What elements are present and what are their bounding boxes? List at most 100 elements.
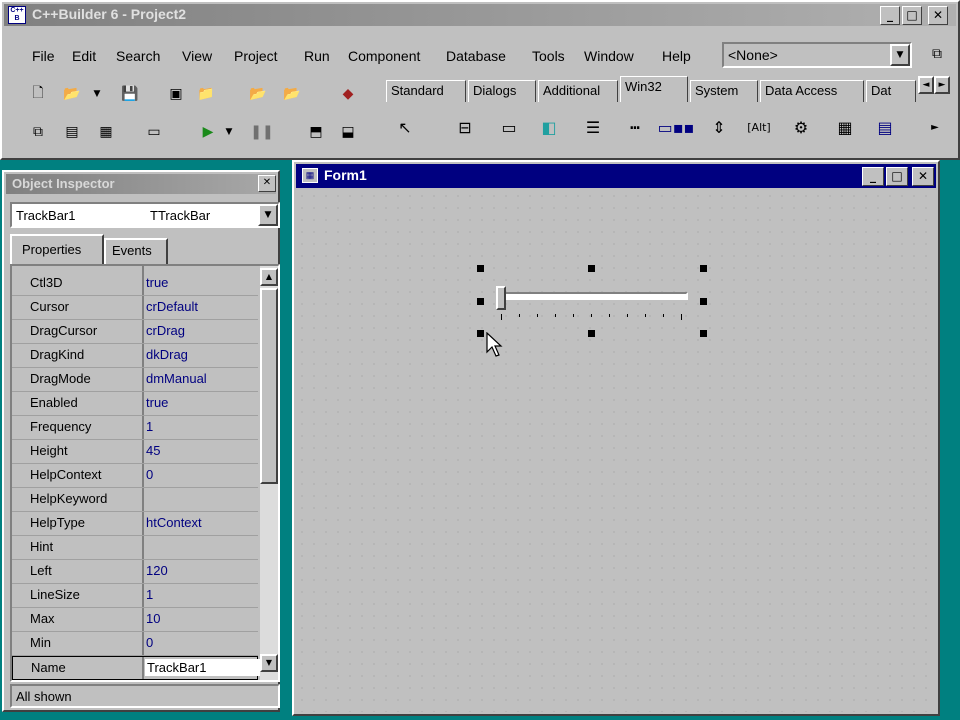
property-value[interactable]: 0 (146, 635, 153, 650)
property-row[interactable]: Frequency 1 (12, 416, 258, 440)
form-design-surface[interactable] (296, 190, 936, 712)
property-row[interactable]: Height 45 (12, 440, 258, 464)
palette-tab-standard[interactable]: Standard (386, 80, 466, 102)
menu-tools[interactable]: Tools (532, 48, 565, 64)
property-row[interactable]: Cursor crDefault (12, 296, 258, 320)
property-value[interactable]: 0 (146, 467, 153, 482)
property-value[interactable]: true (146, 275, 168, 290)
selection-handle-br[interactable] (700, 330, 707, 337)
property-row[interactable]: DragKind dkDrag (12, 344, 258, 368)
tab-control-icon[interactable]: ⊟ (450, 112, 480, 142)
property-row[interactable]: HelpKeyword (12, 488, 258, 512)
palette-scroll-left-icon[interactable]: ◄ (918, 76, 934, 94)
palette-tab-data-access[interactable]: Data Access (760, 80, 864, 102)
step-into-icon[interactable]: ⬒ (304, 120, 328, 144)
property-row[interactable]: DragCursor crDrag (12, 320, 258, 344)
scroll-thumb[interactable] (260, 288, 278, 484)
new-file-icon[interactable]: 🗋 (26, 82, 50, 106)
property-row[interactable]: HelpType htContext (12, 512, 258, 536)
property-value[interactable]: dkDrag (146, 347, 188, 362)
property-value[interactable]: htContext (146, 515, 202, 530)
palette-more-icon[interactable]: ► (928, 112, 942, 142)
minimize-icon[interactable]: _ (862, 167, 884, 186)
tab-properties[interactable]: Properties (10, 234, 104, 264)
property-value[interactable]: crDrag (146, 323, 185, 338)
updown-icon[interactable]: ⇕ (704, 112, 734, 142)
close-icon[interactable]: ✕ (928, 6, 948, 25)
view-unit-icon[interactable]: ⧉ (26, 120, 50, 144)
progress-bar-icon[interactable]: ▭▪▪ (658, 112, 695, 142)
menu-window[interactable]: Window (584, 48, 634, 64)
dropdown-arrow-icon[interactable]: ▼ (222, 120, 236, 144)
property-row[interactable]: HelpContext 0 (12, 464, 258, 488)
close-icon[interactable]: ✕ (258, 175, 276, 192)
minimize-icon[interactable]: _ (880, 6, 900, 25)
palette-tab-additional[interactable]: Additional (538, 80, 618, 102)
menu-view[interactable]: View (182, 48, 212, 64)
page-control-icon[interactable]: ▭ (494, 112, 524, 142)
property-row[interactable]: DragMode dmManual (12, 368, 258, 392)
property-value[interactable]: crDefault (146, 299, 198, 314)
menu-file[interactable]: File (32, 48, 55, 64)
chevron-down-icon[interactable]: ▼ (890, 44, 910, 66)
component-palette-icon[interactable]: ⧉ (932, 46, 942, 62)
tab-events[interactable]: Events (104, 238, 168, 264)
form1-title-bar[interactable]: ▦ Form1 _ □ ✕ (296, 164, 936, 188)
menu-help[interactable]: Help (662, 48, 691, 64)
object-inspector-title-bar[interactable]: Object Inspector ✕ (6, 174, 276, 194)
toggle-form-unit-icon[interactable]: ▦ (94, 120, 118, 144)
chevron-down-icon[interactable]: ▼ (258, 204, 278, 226)
selection-handle-tm[interactable] (588, 265, 595, 272)
palette-scroll-right-icon[interactable]: ► (934, 76, 950, 94)
ide-title-bar[interactable]: C++ B C++Builder 6 - Project2 _ □ ✕ (4, 4, 956, 26)
property-value[interactable]: TrackBar1 (145, 659, 261, 676)
save-icon[interactable]: 💾 (118, 82, 142, 106)
pause-icon[interactable]: ❚❚ (250, 120, 274, 144)
remove-from-project-icon[interactable]: 📂 (280, 82, 304, 106)
pointer-arrow-icon[interactable]: ↖ (390, 112, 420, 142)
property-value[interactable]: 10 (146, 611, 160, 626)
object-selector-combo[interactable]: TrackBar1 TTrackBar ▼ (10, 202, 280, 228)
selection-handle-tr[interactable] (700, 265, 707, 272)
step-over-icon[interactable]: ⬓ (336, 120, 360, 144)
scroll-up-icon[interactable]: ▲ (260, 268, 278, 286)
help-book-icon[interactable]: ◆ (336, 82, 360, 106)
property-value[interactable]: true (146, 395, 168, 410)
image-list-icon[interactable]: ◧ (534, 112, 564, 142)
view-form-icon[interactable]: ▤ (60, 120, 84, 144)
palette-tab-dat[interactable]: Dat (866, 80, 916, 102)
close-icon[interactable]: ✕ (912, 167, 934, 186)
menu-search[interactable]: Search (116, 48, 160, 64)
menu-run[interactable]: Run (304, 48, 330, 64)
run-icon[interactable]: ▶ (196, 120, 220, 144)
menu-project[interactable]: Project (234, 48, 278, 64)
selection-handle-bl[interactable] (477, 330, 484, 337)
selection-handle-bm[interactable] (588, 330, 595, 337)
trackbar-icon[interactable]: ┅ (620, 112, 650, 142)
selection-handle-tl[interactable] (477, 265, 484, 272)
selection-handle-mr[interactable] (700, 298, 707, 305)
rich-edit-icon[interactable]: ☰ (578, 112, 608, 142)
palette-tab-system[interactable]: System (690, 80, 758, 102)
maximize-icon[interactable]: □ (902, 6, 922, 25)
property-row[interactable]: Enabled true (12, 392, 258, 416)
property-row[interactable]: Name TrackBar1 (12, 656, 261, 680)
datetime-picker-icon[interactable]: ▦ (830, 112, 860, 142)
property-value[interactable]: 1 (146, 587, 153, 602)
open-project-icon[interactable]: 📁 (194, 82, 218, 106)
property-row[interactable]: Ctl3D true (12, 272, 258, 296)
save-all-icon[interactable]: ▣ (164, 82, 188, 106)
trackbar-thumb[interactable] (496, 286, 506, 310)
add-to-project-icon[interactable]: 📂 (246, 82, 270, 106)
property-scrollbar[interactable]: ▲ ▼ (260, 266, 278, 680)
scroll-down-icon[interactable]: ▼ (260, 654, 278, 672)
palette-tab-dialogs[interactable]: Dialogs (468, 80, 536, 102)
property-row[interactable]: Min 0 (12, 632, 258, 656)
menu-edit[interactable]: Edit (72, 48, 96, 64)
maximize-icon[interactable]: □ (886, 167, 908, 186)
property-value[interactable]: dmManual (146, 371, 207, 386)
property-row[interactable]: LineSize 1 (12, 584, 258, 608)
property-value[interactable]: 1 (146, 419, 153, 434)
menu-component[interactable]: Component (348, 48, 420, 64)
property-row[interactable]: Hint (12, 536, 258, 560)
